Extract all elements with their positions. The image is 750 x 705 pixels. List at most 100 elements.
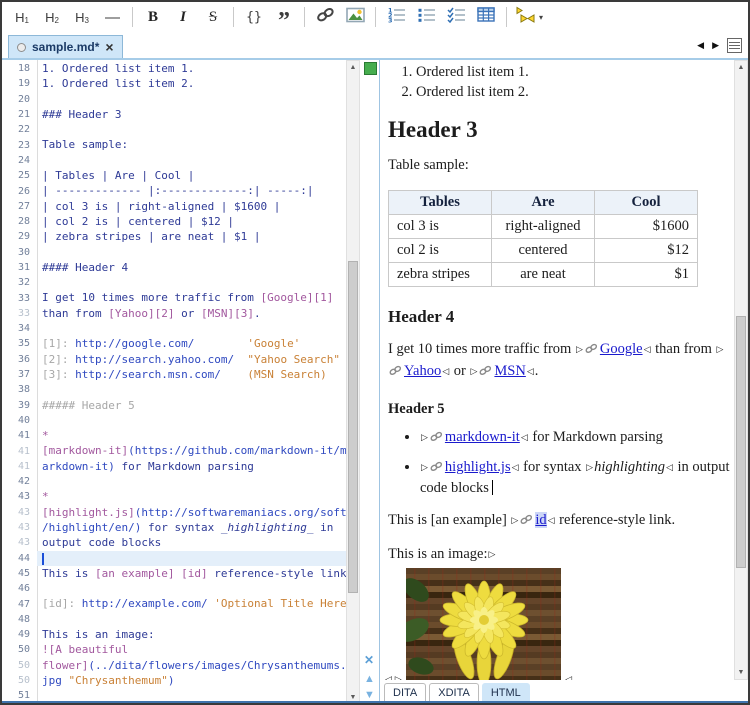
editor-line[interactable]: 42	[2, 474, 346, 489]
editor-lines[interactable]: 181. Ordered list item 1.191. Ordered li…	[2, 61, 346, 703]
line-text[interactable]	[37, 321, 346, 336]
line-text[interactable]	[37, 92, 346, 107]
splitter-up-icon[interactable]: ▲	[364, 673, 375, 685]
document-tab[interactable]: sample.md* ×	[8, 35, 123, 58]
editor-line[interactable]: 41arkdown-it) for Markdown parsing	[2, 459, 346, 474]
line-text[interactable]: Table sample:	[37, 137, 346, 152]
line-text[interactable]: than from [Yahoo][2] or [MSN][3].	[37, 306, 346, 321]
line-text[interactable]: ![A beautiful	[37, 642, 346, 657]
line-text[interactable]	[37, 551, 346, 566]
scroll-up-icon[interactable]: ▲	[735, 61, 747, 74]
line-text[interactable]: | Tables | Are | Cool |	[37, 168, 346, 183]
editor-line[interactable]: 47[id]: http://example.com/ 'Optional Ti…	[2, 596, 346, 611]
editor-line[interactable]: 50![A beautiful	[2, 642, 346, 657]
editor-line[interactable]: 37[3]: http://search.msn.com/ (MSN Searc…	[2, 367, 346, 382]
editor-line[interactable]: 43[highlight.js](http://softwaremaniacs.…	[2, 505, 346, 520]
preview-link[interactable]: markdown-it	[445, 429, 520, 445]
format-tab-dita[interactable]: DITA	[384, 683, 426, 703]
show-markers-button[interactable]: ▾	[515, 5, 543, 29]
bold-button[interactable]: B	[141, 5, 165, 29]
blockquote-button[interactable]: ”	[272, 5, 296, 29]
strikethrough-button[interactable]: S	[201, 5, 225, 29]
editor-scrollbar-thumb[interactable]	[348, 261, 358, 593]
preview-link[interactable]: id	[535, 512, 546, 528]
editor-line[interactable]: 26| ------------- |:-------------:| ----…	[2, 183, 346, 198]
editor-line[interactable]: 49This is an image:	[2, 627, 346, 642]
line-text[interactable]: *	[37, 428, 346, 443]
editor-line[interactable]: 33than from [Yahoo][2] or [MSN][3].	[2, 306, 346, 321]
line-text[interactable]: /highlight/en/) for syntax _highlighting…	[37, 520, 346, 535]
line-text[interactable]: ##### Header 5	[37, 398, 346, 413]
line-text[interactable]: This is an image:	[37, 627, 346, 642]
line-text[interactable]: I get 10 times more traffic from [Google…	[37, 290, 346, 305]
close-tab-icon[interactable]: ×	[105, 42, 113, 52]
markdown-source-editor[interactable]: 181. Ordered list item 1.191. Ordered li…	[2, 60, 379, 705]
insert-link-button[interactable]	[313, 5, 337, 29]
line-text[interactable]: *	[37, 489, 346, 504]
scroll-tabs-right-icon[interactable]: ▶	[712, 40, 719, 51]
preview-scrollbar[interactable]: ▲ ▼	[734, 60, 748, 680]
editor-line[interactable]: 24	[2, 153, 346, 168]
editor-line[interactable]: 21### Header 3	[2, 107, 346, 122]
line-text[interactable]: ### Header 3	[37, 107, 346, 122]
editor-line[interactable]: 30	[2, 245, 346, 260]
line-text[interactable]	[37, 122, 346, 137]
editor-line[interactable]: 32	[2, 275, 346, 290]
preview-link[interactable]: Google	[600, 341, 643, 357]
editor-line[interactable]: 27| col 3 is | right-aligned | $1600 |	[2, 199, 346, 214]
editor-scrollbar[interactable]: ▲ ▼	[346, 60, 360, 705]
editor-line[interactable]: 22	[2, 122, 346, 137]
insert-table-button[interactable]	[474, 5, 498, 29]
line-text[interactable]: output code blocks	[37, 535, 346, 550]
preview-link[interactable]: highlight.js	[445, 459, 511, 475]
editor-line[interactable]: 33I get 10 times more traffic from [Goog…	[2, 290, 346, 305]
line-text[interactable]: This is [an example] [id] reference-styl…	[37, 566, 353, 581]
format-tab-html[interactable]: HTML	[482, 683, 530, 703]
heading-1-button[interactable]: H1	[10, 5, 34, 29]
line-text[interactable]: [1]: http://google.com/ 'Google'	[37, 336, 346, 351]
editor-line[interactable]: 50flower](../dita/flowers/images/Chrysan…	[2, 658, 346, 673]
ordered-list-button[interactable]: 123	[384, 5, 408, 29]
line-text[interactable]: [id]: http://example.com/ 'Optional Titl…	[37, 596, 353, 611]
line-text[interactable]: 1. Ordered list item 2.	[37, 76, 346, 91]
insert-image-button[interactable]	[343, 5, 367, 29]
editor-line[interactable]: 48	[2, 612, 346, 627]
editor-line[interactable]: 191. Ordered list item 2.	[2, 76, 346, 91]
line-text[interactable]: | col 2 is | centered | $12 |	[37, 214, 346, 229]
scroll-tabs-left-icon[interactable]: ◀	[697, 40, 704, 51]
code-block-button[interactable]: {}	[242, 5, 266, 29]
editor-line[interactable]: 36[2]: http://search.yahoo.com/ "Yahoo S…	[2, 352, 346, 367]
editor-line[interactable]: 43*	[2, 489, 346, 504]
line-text[interactable]: [2]: http://search.yahoo.com/ "Yahoo Sea…	[37, 352, 346, 367]
preview-scrollbar-thumb[interactable]	[736, 316, 746, 568]
scroll-down-icon[interactable]: ▼	[735, 666, 747, 679]
check-list-button[interactable]	[444, 5, 468, 29]
line-text[interactable]: jpg "Chrysanthemum")	[37, 673, 346, 688]
editor-line[interactable]: 43/highlight/en/) for syntax _highlighti…	[2, 520, 346, 535]
scroll-up-icon[interactable]: ▲	[347, 61, 359, 74]
editor-line[interactable]: 43output code blocks	[2, 535, 346, 550]
unordered-list-button[interactable]	[414, 5, 438, 29]
line-text[interactable]	[37, 612, 346, 627]
editor-line[interactable]: 38	[2, 382, 346, 397]
line-text[interactable]: | ------------- |:-------------:| -----:…	[37, 183, 346, 198]
line-text[interactable]: [3]: http://search.msn.com/ (MSN Search)	[37, 367, 346, 382]
line-text[interactable]	[37, 581, 346, 596]
close-preview-icon[interactable]: ✕	[364, 653, 374, 667]
heading-2-button[interactable]: H2	[40, 5, 64, 29]
editor-line[interactable]: 44	[2, 551, 346, 566]
preview-link[interactable]: MSN	[494, 363, 525, 379]
line-text[interactable]: | zebra stripes | are neat | $1 |	[37, 229, 346, 244]
editor-line[interactable]: 25| Tables | Are | Cool |	[2, 168, 346, 183]
line-text[interactable]	[37, 382, 346, 397]
editor-line[interactable]: 41*	[2, 428, 346, 443]
line-text[interactable]: [highlight.js](http://softwaremaniacs.or…	[37, 505, 347, 520]
line-text[interactable]	[37, 275, 346, 290]
editor-line[interactable]: 35[1]: http://google.com/ 'Google'	[2, 336, 346, 351]
editor-line[interactable]: 39##### Header 5	[2, 398, 346, 413]
editor-line[interactable]: 50jpg "Chrysanthemum")	[2, 673, 346, 688]
editor-line[interactable]: 45This is [an example] [id] reference-st…	[2, 566, 346, 581]
editor-line[interactable]: 34	[2, 321, 346, 336]
tab-list-icon[interactable]	[727, 38, 742, 53]
dropdown-caret-icon[interactable]: ▾	[539, 13, 543, 22]
